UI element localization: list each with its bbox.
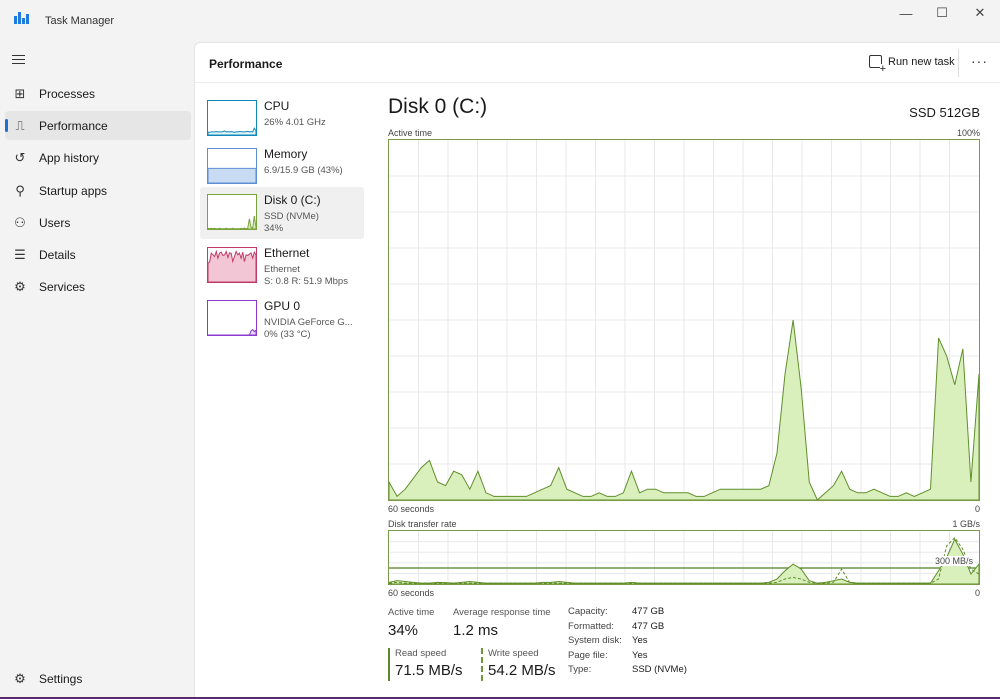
- maximize-button[interactable]: ☐: [924, 2, 960, 24]
- read-speed-indicator: [388, 648, 390, 681]
- close-button[interactable]: ✕: [962, 2, 998, 24]
- property-key: System disk:: [568, 635, 622, 646]
- title-bar: Task Manager — ☐ ✕: [0, 0, 1000, 42]
- sidebar-item-users[interactable]: ⚇ Users: [5, 208, 191, 237]
- sidebar-item-startup-apps[interactable]: ⚲ Startup apps: [5, 176, 191, 205]
- sidebar-item-app-history[interactable]: ↺ App history: [5, 143, 191, 172]
- device-name: GPU 0: [264, 299, 301, 313]
- write-speed-value: 54.2 MB/s: [488, 662, 556, 679]
- sidebar-item-processes[interactable]: ⊞ Processes: [5, 79, 191, 108]
- property-key: Page file:: [568, 649, 608, 661]
- sidebar-item-performance[interactable]: ⎍ Performance: [5, 111, 191, 140]
- performance-icon: ⎍: [15, 117, 25, 133]
- users-icon: ⚇: [14, 214, 26, 230]
- device-thumbnail-graph: [207, 100, 257, 136]
- device-item-gpu-0[interactable]: GPU 0 NVIDIA GeForce G... 0% (33 °C): [200, 293, 364, 345]
- property-key: Formatted:: [568, 620, 614, 632]
- device-name: Memory: [264, 147, 308, 161]
- property-value: Yes: [632, 635, 648, 646]
- transfer-rate-marker-label: 300 MB/s: [932, 556, 975, 566]
- active-time-graph-left-axis: 60 seconds: [388, 504, 435, 514]
- transfer-rate-graph-max: 1 GB/s: [952, 519, 980, 529]
- transfer-rate-graph-label: Disk transfer rate: [388, 519, 457, 529]
- transfer-rate-graph-right-axis: 0: [974, 588, 980, 598]
- services-icon: ⚙: [14, 278, 26, 294]
- history-icon: ↺: [14, 149, 26, 165]
- processes-icon: ⊞: [14, 85, 26, 101]
- write-speed-indicator: [481, 648, 483, 681]
- sidebar-item-label: App history: [39, 150, 100, 165]
- property-key: Capacity:: [568, 606, 608, 617]
- sidebar-item-label: Performance: [39, 118, 108, 133]
- avg-response-stat-label: Average response time: [453, 607, 551, 618]
- run-task-icon: [869, 55, 886, 74]
- active-time-stat-label: Active time: [388, 607, 435, 618]
- task-manager-app-icon: [14, 12, 29, 24]
- avg-response-stat-value: 1.2 ms: [453, 622, 499, 639]
- device-name: CPU: [264, 99, 290, 113]
- device-item-ethernet[interactable]: Ethernet Ethernet S: 0.8 R: 51.9 Mbps: [200, 240, 364, 292]
- property-value: 477 GB: [632, 620, 665, 632]
- settings-button[interactable]: ⚙ Settings: [5, 664, 191, 693]
- sidebar-item-label: Processes: [39, 86, 96, 101]
- property-key: Type:: [568, 664, 592, 675]
- transfer-rate-chart: [388, 531, 980, 585]
- device-detail-line2: S: 0.8 R: 51.9 Mbps: [264, 276, 348, 287]
- read-speed-value: 71.5 MB/s: [395, 662, 463, 679]
- device-item-memory[interactable]: Memory 6.9/15.9 GB (43%): [200, 141, 364, 193]
- device-thumbnail-graph: [207, 148, 257, 184]
- startup-icon: ⚲: [15, 182, 25, 198]
- active-time-graph-label: Active time: [388, 128, 433, 138]
- device-name: Ethernet: [264, 246, 310, 260]
- property-value: SSD (NVMe): [632, 664, 687, 675]
- active-time-chart: [388, 140, 980, 501]
- active-time-graph-max: 100%: [956, 128, 980, 138]
- active-time-stat-value: 34%: [388, 622, 419, 639]
- device-thumbnail-graph: [207, 194, 257, 230]
- run-new-task-label: Run new task: [888, 55, 955, 68]
- write-speed-label: Write speed: [488, 648, 539, 659]
- sidebar-item-details[interactable]: ☰ Details: [5, 240, 191, 269]
- device-detail-line1: SSD (NVMe): [264, 211, 319, 222]
- window-title: Task Manager: [45, 15, 115, 27]
- sidebar-item-services[interactable]: ⚙ Services: [5, 272, 191, 301]
- sidebar-item-label: Users: [39, 215, 71, 230]
- sidebar-item-label: Services: [39, 279, 86, 294]
- device-detail-line2: 34%: [264, 223, 284, 234]
- active-time-graph-right-axis: 0: [974, 504, 980, 514]
- active-time-graph: [388, 139, 980, 501]
- settings-gear-icon: ⚙: [14, 670, 26, 686]
- settings-label: Settings: [39, 671, 83, 686]
- property-value: 477 GB: [632, 606, 665, 617]
- device-detail-line1: Ethernet: [264, 264, 300, 275]
- content-header: Performance Run new task ···: [195, 43, 1000, 83]
- more-options-button[interactable]: ···: [971, 53, 988, 69]
- read-speed-label: Read speed: [395, 648, 447, 659]
- device-detail-line1: 6.9/15.9 GB (43%): [264, 165, 343, 176]
- details-icon: ☰: [14, 246, 26, 262]
- device-thumbnail-graph: [207, 247, 257, 283]
- performance-content: Performance Run new task ··· CPU 26% 4.01…: [194, 42, 1000, 697]
- page-title: Performance: [209, 57, 283, 71]
- device-detail-line1: 26% 4.01 GHz: [264, 117, 326, 128]
- run-new-task-button[interactable]: Run new task: [869, 55, 955, 74]
- sidebar: ⊞ Processes ⎍ Performance ↺ App history ⚲ Start…: [0, 42, 194, 697]
- device-thumbnail-graph: [207, 300, 257, 336]
- device-detail-line2: 0% (33 °C): [264, 329, 311, 340]
- disk-title: Disk 0 (C:): [388, 95, 488, 118]
- disk-model: SSD 512GB: [909, 105, 980, 120]
- minimize-button[interactable]: —: [888, 2, 924, 24]
- task-manager-window: Task Manager — ☐ ✕ ⊞ Processes ⎍ Performanc…: [0, 0, 1000, 699]
- hamburger-menu-icon[interactable]: [12, 54, 26, 66]
- property-value: Yes: [632, 649, 648, 661]
- header-divider: [958, 49, 959, 77]
- sidebar-item-label: Details: [39, 247, 76, 262]
- transfer-rate-graph-left-axis: 60 seconds: [388, 588, 435, 598]
- sidebar-item-label: Startup apps: [39, 183, 108, 198]
- transfer-rate-graph: 300 MB/s: [388, 530, 980, 585]
- device-item-cpu[interactable]: CPU 26% 4.01 GHz: [200, 93, 364, 145]
- device-item-disk-0[interactable]: Disk 0 (C:) SSD (NVMe) 34%: [200, 187, 364, 239]
- device-detail-line1: NVIDIA GeForce G...: [264, 317, 353, 328]
- device-name: Disk 0 (C:): [264, 193, 321, 207]
